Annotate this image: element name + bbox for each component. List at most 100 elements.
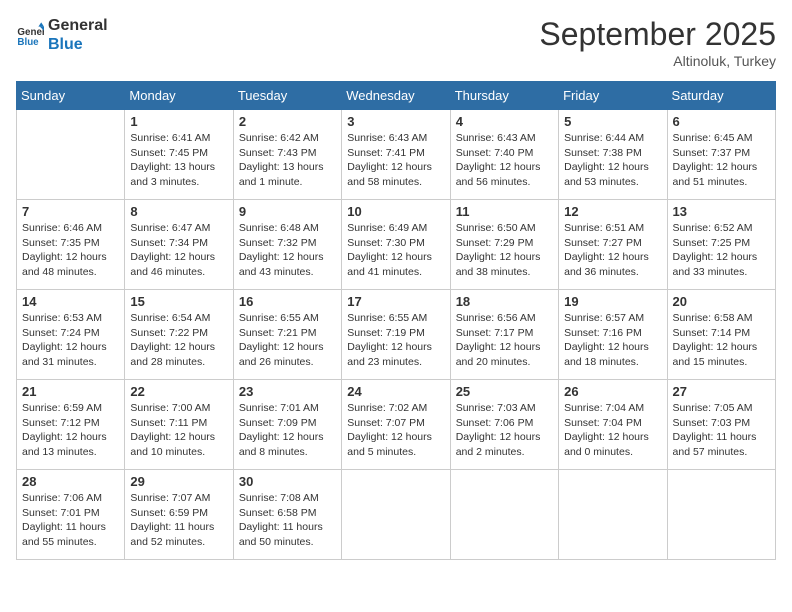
day-info: Sunrise: 6:45 AM Sunset: 7:37 PM Dayligh… xyxy=(673,131,770,190)
weekday-header-wednesday: Wednesday xyxy=(342,82,450,110)
day-cell-15: 15 Sunrise: 6:54 AM Sunset: 7:22 PM Dayli… xyxy=(125,290,233,380)
day-number: 7 xyxy=(22,204,119,219)
day-cell-23: 23Sunrise: 7:01 AM Sunset: 7:09 PM Dayli… xyxy=(233,380,341,470)
day-number: 2 xyxy=(239,114,336,129)
svg-text:Blue: Blue xyxy=(17,37,39,48)
day-info: Sunrise: 6:50 AM Sunset: 7:29 PM Dayligh… xyxy=(456,221,553,280)
month-title: September 2025 xyxy=(539,16,776,53)
day-number: 23 xyxy=(239,384,336,399)
day-info: Sunrise: 7:00 AM Sunset: 7:11 PM Dayligh… xyxy=(130,401,227,460)
logo-general: General xyxy=(48,16,108,35)
logo: General Blue General Blue xyxy=(16,16,108,54)
day-number: 10 xyxy=(347,204,444,219)
day-info: Sunrise: 7:03 AM Sunset: 7:06 PM Dayligh… xyxy=(456,401,553,460)
day-number: 28 xyxy=(22,474,119,489)
day-cell-25: 25 Sunrise: 7:03 AM Sunset: 7:06 PM Dayli… xyxy=(450,380,558,470)
day-cell-11: 11 Sunrise: 6:50 AM Sunset: 7:29 PM Dayli… xyxy=(450,200,558,290)
day-info: Sunrise: 6:54 AM Sunset: 7:22 PM Dayligh… xyxy=(130,311,227,370)
day-cell-27: 27Sunrise: 7:05 AM Sunset: 7:03 PM Dayli… xyxy=(667,380,775,470)
week-row-3: 14 Sunrise: 6:53 AM Sunset: 7:24 PM Dayli… xyxy=(17,290,776,380)
day-cell-2: 2Sunrise: 6:42 AM Sunset: 7:43 PM Daylig… xyxy=(233,110,341,200)
day-cell-22: 22 Sunrise: 7:00 AM Sunset: 7:11 PM Dayli… xyxy=(125,380,233,470)
day-number: 9 xyxy=(239,204,336,219)
day-number: 4 xyxy=(456,114,553,129)
location: Altinoluk, Turkey xyxy=(539,53,776,69)
week-row-5: 28 Sunrise: 7:06 AM Sunset: 7:01 PM Dayli… xyxy=(17,470,776,560)
day-cell-20: 20 Sunrise: 6:58 AM Sunset: 7:14 PM Dayli… xyxy=(667,290,775,380)
week-row-4: 21Sunrise: 6:59 AM Sunset: 7:12 PM Dayli… xyxy=(17,380,776,470)
day-cell-21: 21Sunrise: 6:59 AM Sunset: 7:12 PM Dayli… xyxy=(17,380,125,470)
weekday-header-row: SundayMondayTuesdayWednesdayThursdayFrid… xyxy=(17,82,776,110)
day-info: Sunrise: 6:43 AM Sunset: 7:41 PM Dayligh… xyxy=(347,131,444,190)
day-number: 25 xyxy=(456,384,553,399)
day-info: Sunrise: 6:47 AM Sunset: 7:34 PM Dayligh… xyxy=(130,221,227,280)
day-info: Sunrise: 6:46 AM Sunset: 7:35 PM Dayligh… xyxy=(22,221,119,280)
day-info: Sunrise: 6:56 AM Sunset: 7:17 PM Dayligh… xyxy=(456,311,553,370)
day-number: 30 xyxy=(239,474,336,489)
day-number: 22 xyxy=(130,384,227,399)
day-info: Sunrise: 6:58 AM Sunset: 7:14 PM Dayligh… xyxy=(673,311,770,370)
weekday-header-tuesday: Tuesday xyxy=(233,82,341,110)
empty-cell xyxy=(559,470,667,560)
day-cell-12: 12Sunrise: 6:51 AM Sunset: 7:27 PM Dayli… xyxy=(559,200,667,290)
day-cell-26: 26Sunrise: 7:04 AM Sunset: 7:04 PM Dayli… xyxy=(559,380,667,470)
day-cell-18: 18 Sunrise: 6:56 AM Sunset: 7:17 PM Dayli… xyxy=(450,290,558,380)
weekday-header-thursday: Thursday xyxy=(450,82,558,110)
day-cell-17: 17 Sunrise: 6:55 AM Sunset: 7:19 PM Dayli… xyxy=(342,290,450,380)
day-cell-29: 29Sunrise: 7:07 AM Sunset: 6:59 PM Dayli… xyxy=(125,470,233,560)
weekday-header-friday: Friday xyxy=(559,82,667,110)
logo-blue: Blue xyxy=(48,35,108,54)
day-number: 16 xyxy=(239,294,336,309)
empty-cell xyxy=(17,110,125,200)
logo-icon: General Blue xyxy=(16,21,44,49)
day-info: Sunrise: 6:48 AM Sunset: 7:32 PM Dayligh… xyxy=(239,221,336,280)
empty-cell xyxy=(342,470,450,560)
day-number: 13 xyxy=(673,204,770,219)
day-number: 29 xyxy=(130,474,227,489)
day-info: Sunrise: 6:41 AM Sunset: 7:45 PM Dayligh… xyxy=(130,131,227,190)
empty-cell xyxy=(450,470,558,560)
day-cell-10: 10 Sunrise: 6:49 AM Sunset: 7:30 PM Dayli… xyxy=(342,200,450,290)
day-number: 12 xyxy=(564,204,661,219)
day-cell-4: 4 Sunrise: 6:43 AM Sunset: 7:40 PM Daylig… xyxy=(450,110,558,200)
day-number: 21 xyxy=(22,384,119,399)
day-info: Sunrise: 6:55 AM Sunset: 7:19 PM Dayligh… xyxy=(347,311,444,370)
day-info: Sunrise: 6:44 AM Sunset: 7:38 PM Dayligh… xyxy=(564,131,661,190)
day-cell-6: 6Sunrise: 6:45 AM Sunset: 7:37 PM Daylig… xyxy=(667,110,775,200)
day-info: Sunrise: 6:49 AM Sunset: 7:30 PM Dayligh… xyxy=(347,221,444,280)
week-row-1: 1 Sunrise: 6:41 AM Sunset: 7:45 PM Daylig… xyxy=(17,110,776,200)
day-number: 18 xyxy=(456,294,553,309)
day-info: Sunrise: 6:52 AM Sunset: 7:25 PM Dayligh… xyxy=(673,221,770,280)
day-info: Sunrise: 6:43 AM Sunset: 7:40 PM Dayligh… xyxy=(456,131,553,190)
day-info: Sunrise: 7:08 AM Sunset: 6:58 PM Dayligh… xyxy=(239,491,336,550)
day-number: 14 xyxy=(22,294,119,309)
day-cell-14: 14 Sunrise: 6:53 AM Sunset: 7:24 PM Dayli… xyxy=(17,290,125,380)
title-block: September 2025 Altinoluk, Turkey xyxy=(539,16,776,69)
day-cell-13: 13 Sunrise: 6:52 AM Sunset: 7:25 PM Dayli… xyxy=(667,200,775,290)
day-number: 15 xyxy=(130,294,227,309)
weekday-header-sunday: Sunday xyxy=(17,82,125,110)
day-cell-8: 8 Sunrise: 6:47 AM Sunset: 7:34 PM Daylig… xyxy=(125,200,233,290)
empty-cell xyxy=(667,470,775,560)
day-number: 19 xyxy=(564,294,661,309)
day-number: 1 xyxy=(130,114,227,129)
day-number: 11 xyxy=(456,204,553,219)
day-cell-9: 9 Sunrise: 6:48 AM Sunset: 7:32 PM Daylig… xyxy=(233,200,341,290)
day-info: Sunrise: 7:02 AM Sunset: 7:07 PM Dayligh… xyxy=(347,401,444,460)
day-cell-28: 28 Sunrise: 7:06 AM Sunset: 7:01 PM Dayli… xyxy=(17,470,125,560)
day-info: Sunrise: 6:53 AM Sunset: 7:24 PM Dayligh… xyxy=(22,311,119,370)
day-info: Sunrise: 6:55 AM Sunset: 7:21 PM Dayligh… xyxy=(239,311,336,370)
day-cell-7: 7 Sunrise: 6:46 AM Sunset: 7:35 PM Daylig… xyxy=(17,200,125,290)
weekday-header-saturday: Saturday xyxy=(667,82,775,110)
day-number: 27 xyxy=(673,384,770,399)
day-number: 8 xyxy=(130,204,227,219)
calendar-table: SundayMondayTuesdayWednesdayThursdayFrid… xyxy=(16,81,776,560)
day-cell-3: 3Sunrise: 6:43 AM Sunset: 7:41 PM Daylig… xyxy=(342,110,450,200)
day-number: 20 xyxy=(673,294,770,309)
day-info: Sunrise: 7:06 AM Sunset: 7:01 PM Dayligh… xyxy=(22,491,119,550)
page-header: General Blue General Blue September 2025… xyxy=(16,16,776,69)
day-number: 17 xyxy=(347,294,444,309)
day-cell-24: 24Sunrise: 7:02 AM Sunset: 7:07 PM Dayli… xyxy=(342,380,450,470)
day-cell-30: 30 Sunrise: 7:08 AM Sunset: 6:58 PM Dayli… xyxy=(233,470,341,560)
day-info: Sunrise: 6:57 AM Sunset: 7:16 PM Dayligh… xyxy=(564,311,661,370)
